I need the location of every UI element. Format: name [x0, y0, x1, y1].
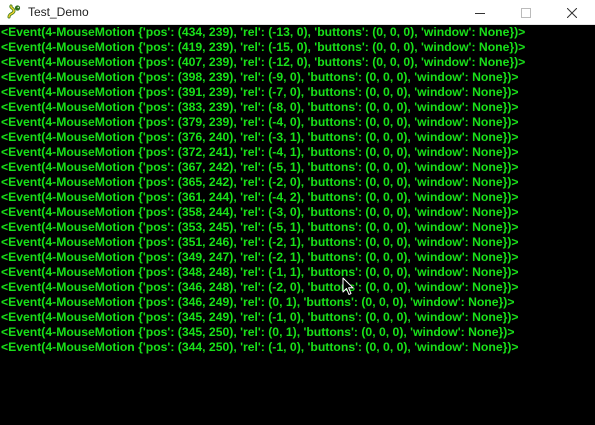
log-line: <Event(4-MouseMotion {'pos': (351, 246),…	[1, 235, 519, 249]
app-window: Test_Demo <Event(4-MouseMotion {'pos': (…	[0, 0, 595, 425]
event-log-canvas[interactable]: <Event(4-MouseMotion {'pos': (434, 239),…	[0, 25, 595, 425]
log-line: <Event(4-MouseMotion {'pos': (376, 240),…	[1, 130, 519, 144]
log-line: <Event(4-MouseMotion {'pos': (398, 239),…	[1, 70, 519, 84]
log-line: <Event(4-MouseMotion {'pos': (345, 250),…	[1, 325, 515, 339]
log-line: <Event(4-MouseMotion {'pos': (365, 242),…	[1, 175, 519, 189]
log-line: <Event(4-MouseMotion {'pos': (391, 239),…	[1, 85, 519, 99]
title-bar[interactable]: Test_Demo	[0, 0, 595, 25]
log-line: <Event(4-MouseMotion {'pos': (348, 248),…	[1, 265, 519, 279]
maximize-icon	[521, 7, 531, 18]
log-line: <Event(4-MouseMotion {'pos': (372, 241),…	[1, 145, 519, 159]
window-controls	[457, 0, 595, 25]
log-line: <Event(4-MouseMotion {'pos': (419, 239),…	[1, 40, 526, 54]
log-line: <Event(4-MouseMotion {'pos': (346, 248),…	[1, 280, 519, 294]
log-line: <Event(4-MouseMotion {'pos': (344, 250),…	[1, 340, 519, 354]
maximize-button[interactable]	[503, 0, 549, 25]
close-icon	[567, 7, 577, 18]
log-line: <Event(4-MouseMotion {'pos': (383, 239),…	[1, 100, 519, 114]
log-line: <Event(4-MouseMotion {'pos': (367, 242),…	[1, 160, 519, 174]
window-title: Test_Demo	[28, 5, 89, 19]
log-line: <Event(4-MouseMotion {'pos': (345, 249),…	[1, 310, 519, 324]
event-log: <Event(4-MouseMotion {'pos': (434, 239),…	[0, 25, 595, 355]
log-line: <Event(4-MouseMotion {'pos': (407, 239),…	[1, 55, 526, 69]
minimize-icon	[475, 12, 485, 14]
log-line: <Event(4-MouseMotion {'pos': (379, 239),…	[1, 115, 519, 129]
arrow-cursor-icon	[342, 277, 354, 295]
log-line: <Event(4-MouseMotion {'pos': (358, 244),…	[1, 205, 519, 219]
minimize-button[interactable]	[457, 0, 503, 25]
log-line: <Event(4-MouseMotion {'pos': (349, 247),…	[1, 250, 519, 264]
pygame-snake-icon	[6, 4, 22, 20]
log-line: <Event(4-MouseMotion {'pos': (346, 249),…	[1, 295, 515, 309]
close-button[interactable]	[549, 0, 595, 25]
log-line: <Event(4-MouseMotion {'pos': (361, 244),…	[1, 190, 519, 204]
log-line: <Event(4-MouseMotion {'pos': (353, 245),…	[1, 220, 519, 234]
log-line: <Event(4-MouseMotion {'pos': (434, 239),…	[1, 25, 526, 39]
